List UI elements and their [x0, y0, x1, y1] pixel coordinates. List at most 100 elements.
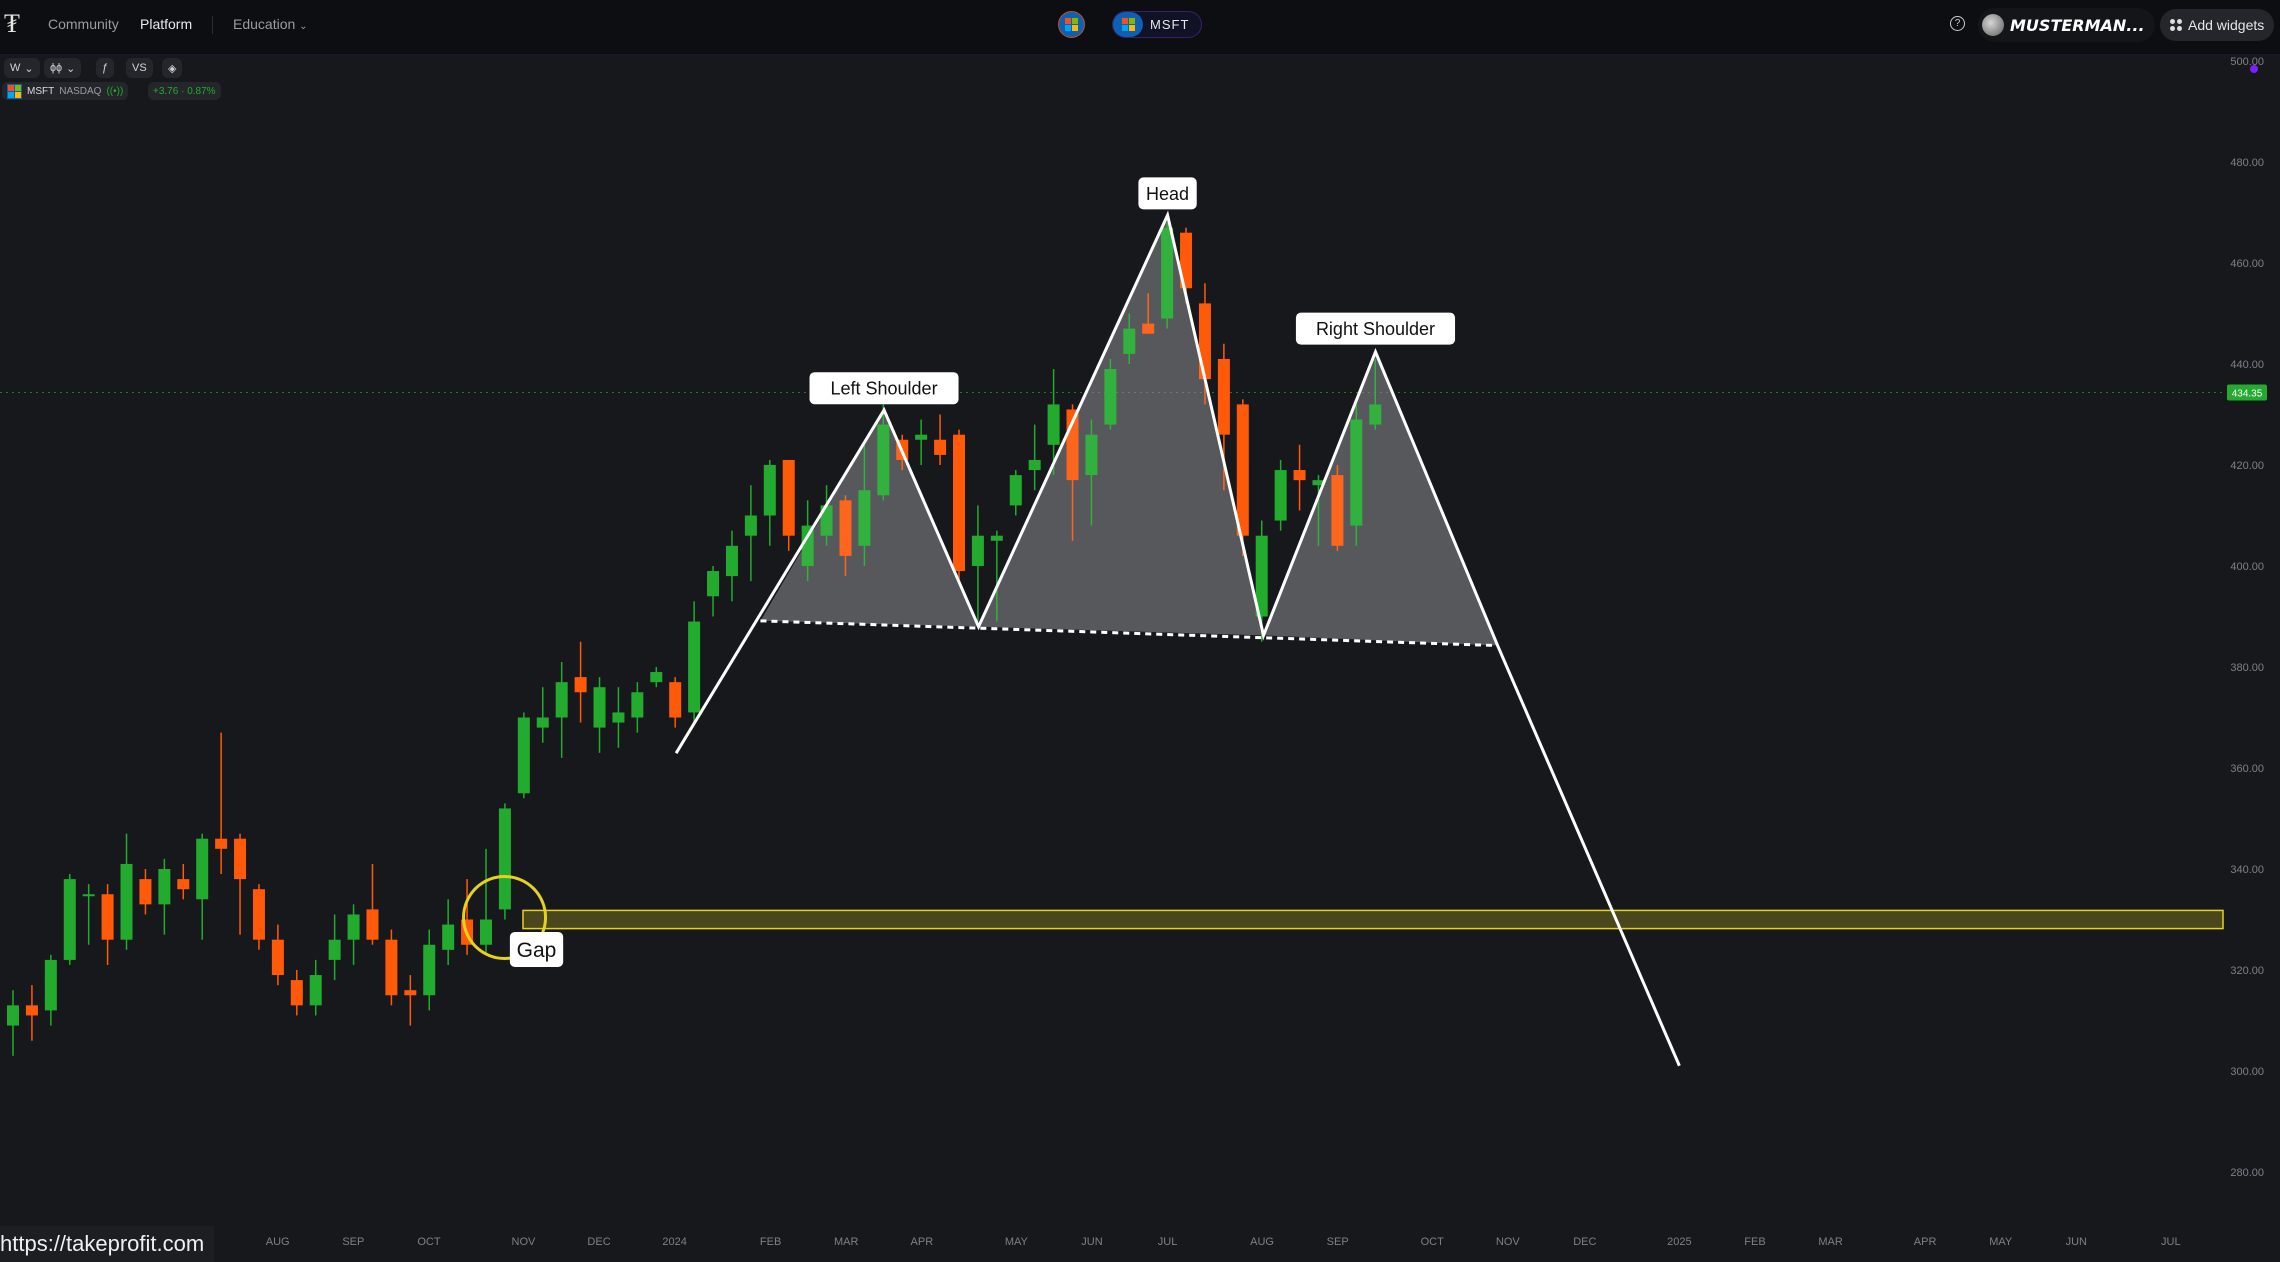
candle-body	[631, 692, 644, 718]
left-shoulder-label: Left Shoulder	[809, 372, 959, 405]
candle	[782, 459, 795, 551]
candle-body	[139, 879, 152, 905]
time-axis-label: SEP	[342, 1236, 364, 1248]
candle-body	[252, 889, 265, 940]
candle-body	[480, 919, 492, 945]
candle	[498, 803, 511, 920]
price-change-badge: +3.76 · 0.87%	[148, 82, 221, 100]
candle	[688, 601, 701, 723]
time-axis-label: FEB	[1744, 1236, 1765, 1248]
candle	[158, 858, 171, 935]
candle	[480, 848, 492, 955]
candle-body	[271, 939, 284, 976]
head-label: Head	[1138, 177, 1197, 210]
candle	[404, 975, 417, 1026]
price-axis-label: 400.00	[2230, 561, 2264, 573]
candle-body	[536, 717, 549, 728]
price-axis-label: 360.00	[2230, 763, 2264, 775]
candle-body	[1028, 459, 1041, 471]
candle-body	[934, 439, 947, 455]
candle-body	[290, 980, 303, 1006]
time-axis-label: MAY	[1989, 1236, 2013, 1248]
candle	[215, 732, 228, 875]
candle-body	[1217, 358, 1230, 435]
fx-icon: ƒ	[102, 62, 109, 74]
candle-body	[1236, 404, 1249, 536]
candle-body	[366, 909, 379, 940]
candle	[196, 833, 209, 940]
price-axis-label: 440.00	[2230, 359, 2264, 371]
candle	[612, 687, 625, 748]
candle	[1293, 444, 1306, 511]
time-axis-label: FEB	[760, 1236, 781, 1248]
gap-zone-rectangle	[522, 909, 2224, 930]
candle-body	[158, 869, 171, 905]
candle	[1028, 424, 1041, 491]
candles-icon: ɸɸ	[50, 62, 63, 74]
compare-button[interactable]: VS	[126, 58, 153, 78]
time-axis-label: MAY	[1005, 1236, 1029, 1248]
legend-exchange: NASDAQ	[59, 85, 102, 97]
price-axis-label: 300.00	[2230, 1066, 2264, 1078]
candle	[744, 485, 757, 582]
price-axis-label: 280.00	[2230, 1167, 2264, 1179]
candle	[555, 661, 568, 758]
candle	[971, 505, 984, 622]
candle-body	[44, 959, 57, 1011]
head-label-text: Head	[1146, 184, 1189, 204]
chevron-down-icon: ⌄	[24, 62, 34, 75]
candle	[707, 566, 720, 617]
candle-body	[1274, 470, 1287, 521]
price-axis-label: 500.00	[2230, 56, 2264, 68]
time-axis-label: OCT	[1421, 1236, 1445, 1248]
interval-selector[interactable]: W ⌄	[4, 58, 40, 78]
candle	[139, 869, 152, 915]
candle	[915, 419, 928, 465]
candlestick-chart[interactable]: 500.00 480.00 460.00 440.00 420.00 400.00 380.…	[0, 0, 2280, 1262]
candle-body	[347, 914, 360, 940]
symbol-legend[interactable]: MSFT NASDAQ ((•))	[2, 82, 129, 100]
time-axis-label: JUN	[1081, 1236, 1102, 1248]
candle-body	[593, 687, 606, 728]
candle	[934, 414, 947, 465]
candle	[1274, 459, 1287, 531]
candle	[650, 667, 663, 688]
indicators-button[interactable]: ƒ	[96, 58, 115, 78]
candle-body	[517, 717, 530, 794]
time-axis-label: MAR	[1818, 1236, 1843, 1248]
time-axis-label: APR	[911, 1236, 934, 1248]
candle-body	[669, 682, 682, 718]
candle-body	[707, 571, 720, 597]
candle	[1009, 470, 1022, 516]
candle-body	[423, 944, 436, 996]
candle-body	[612, 712, 625, 723]
candle	[725, 530, 738, 602]
candle	[385, 929, 398, 1006]
candle	[252, 884, 265, 950]
candle-body	[442, 924, 455, 950]
price-axis-label: 460.00	[2230, 258, 2264, 270]
candle-body	[309, 975, 322, 1006]
time-axis-label: AUG	[1250, 1236, 1274, 1248]
left-shoulder-label-text: Left Shoulder	[830, 379, 937, 399]
layers-button[interactable]: ◈	[162, 58, 183, 78]
candle	[328, 914, 341, 981]
candle-body	[215, 838, 228, 849]
candle-body	[404, 990, 417, 996]
candle-body	[177, 879, 190, 890]
candle-body	[555, 682, 568, 718]
price-axis-label: 480.00	[2230, 157, 2264, 169]
microsoft-logo-icon	[7, 83, 22, 99]
candle	[234, 833, 247, 935]
price-change: +3.76 · 0.87%	[153, 85, 216, 97]
candle	[442, 899, 455, 965]
live-signal-icon: ((•))	[106, 85, 124, 97]
compare-label: VS	[132, 62, 147, 74]
candle	[63, 874, 76, 965]
candle-body	[744, 515, 757, 536]
chart-type-selector[interactable]: ɸɸ ⌄	[44, 58, 82, 78]
candle-body	[63, 879, 76, 960]
candle-body	[120, 863, 133, 940]
candle-body	[1293, 470, 1306, 481]
interval-label: W	[10, 62, 21, 74]
